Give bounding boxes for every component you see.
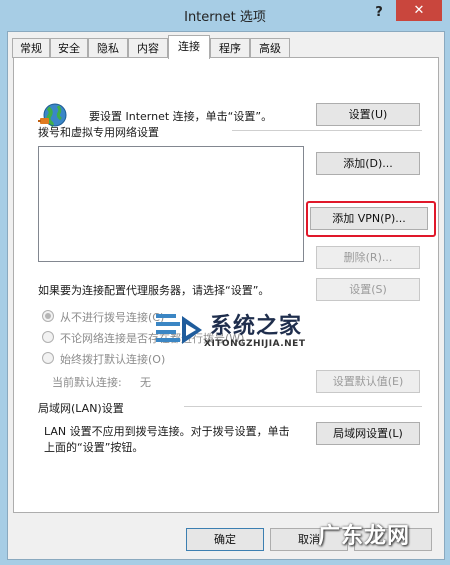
connections-list[interactable] xyxy=(38,146,304,262)
connections-panel: 要设置 Internet 连接，单击“设置”。 设置(U) 拨号和虚拟专用网络设… xyxy=(13,57,439,513)
dialup-section-divider xyxy=(232,130,422,131)
radio-never-dial[interactable] xyxy=(42,310,54,322)
add-vpn-button[interactable]: 添加 VPN(P)... xyxy=(310,207,428,230)
proxy-instruction-text: 如果要为连接配置代理服务器，请选择“设置”。 xyxy=(38,284,270,297)
close-button[interactable]: ✕ xyxy=(396,0,442,21)
title-bar[interactable]: Internet 选项 ? ✕ xyxy=(0,0,450,31)
tab-connections[interactable]: 连接 xyxy=(168,35,210,59)
current-default-value: 无 xyxy=(140,376,151,389)
radio-never-dial-label: 从不进行拨号连接(C) xyxy=(60,311,165,324)
ok-button[interactable]: 确定 xyxy=(186,528,264,551)
proxy-settings-button[interactable]: 设置(S) xyxy=(316,278,420,301)
set-default-button[interactable]: 设置默认值(E) xyxy=(316,370,420,393)
lan-note-line1: LAN 设置不应用到拨号连接。对于拨号设置，单击 xyxy=(44,425,290,438)
tab-privacy[interactable]: 隐私 xyxy=(88,38,128,58)
watermark-site-domain: XITONGZHIJIA.NET xyxy=(204,339,306,349)
lan-section-divider xyxy=(184,406,422,407)
dialup-section-title: 拨号和虚拟专用网络设置 xyxy=(38,126,159,139)
tab-general[interactable]: 常规 xyxy=(12,38,50,58)
tab-content[interactable]: 内容 xyxy=(128,38,168,58)
window-frame: Internet 选项 ? ✕ 常规 安全 隐私 内容 连接 程序 高级 要设置… xyxy=(0,0,450,565)
radio-dial-whenever[interactable] xyxy=(42,331,54,343)
corner-watermark: 广东龙网 xyxy=(318,524,411,549)
radio-always-dial-default[interactable] xyxy=(42,352,54,364)
dialog-client-area: 常规 安全 隐私 内容 连接 程序 高级 要设置 Internet 连接，单击“… xyxy=(7,31,445,560)
lan-settings-button[interactable]: 局域网设置(L) xyxy=(316,422,420,445)
tab-programs[interactable]: 程序 xyxy=(210,38,250,58)
watermark-logo: 系统之家 XITONGZHIJIA.NET xyxy=(152,308,332,364)
current-default-label: 当前默认连接: xyxy=(52,376,122,389)
radio-always-dial-default-label: 始终拨打默认连接(O) xyxy=(60,353,166,366)
tab-security[interactable]: 安全 xyxy=(50,38,88,58)
lan-note-line2: 上面的“设置”按钮。 xyxy=(44,441,144,454)
watermark-emblem-icon xyxy=(156,314,202,344)
help-button[interactable]: ? xyxy=(368,3,390,23)
remove-connection-button[interactable]: 删除(R)... xyxy=(316,246,420,269)
lan-section-title: 局域网(LAN)设置 xyxy=(38,402,124,415)
setup-instruction-text: 要设置 Internet 连接，单击“设置”。 xyxy=(89,110,273,123)
watermark-site-name: 系统之家 xyxy=(210,314,303,339)
add-connection-button[interactable]: 添加(D)... xyxy=(316,152,420,175)
setup-button[interactable]: 设置(U) xyxy=(316,103,420,126)
tab-advanced[interactable]: 高级 xyxy=(250,38,290,58)
